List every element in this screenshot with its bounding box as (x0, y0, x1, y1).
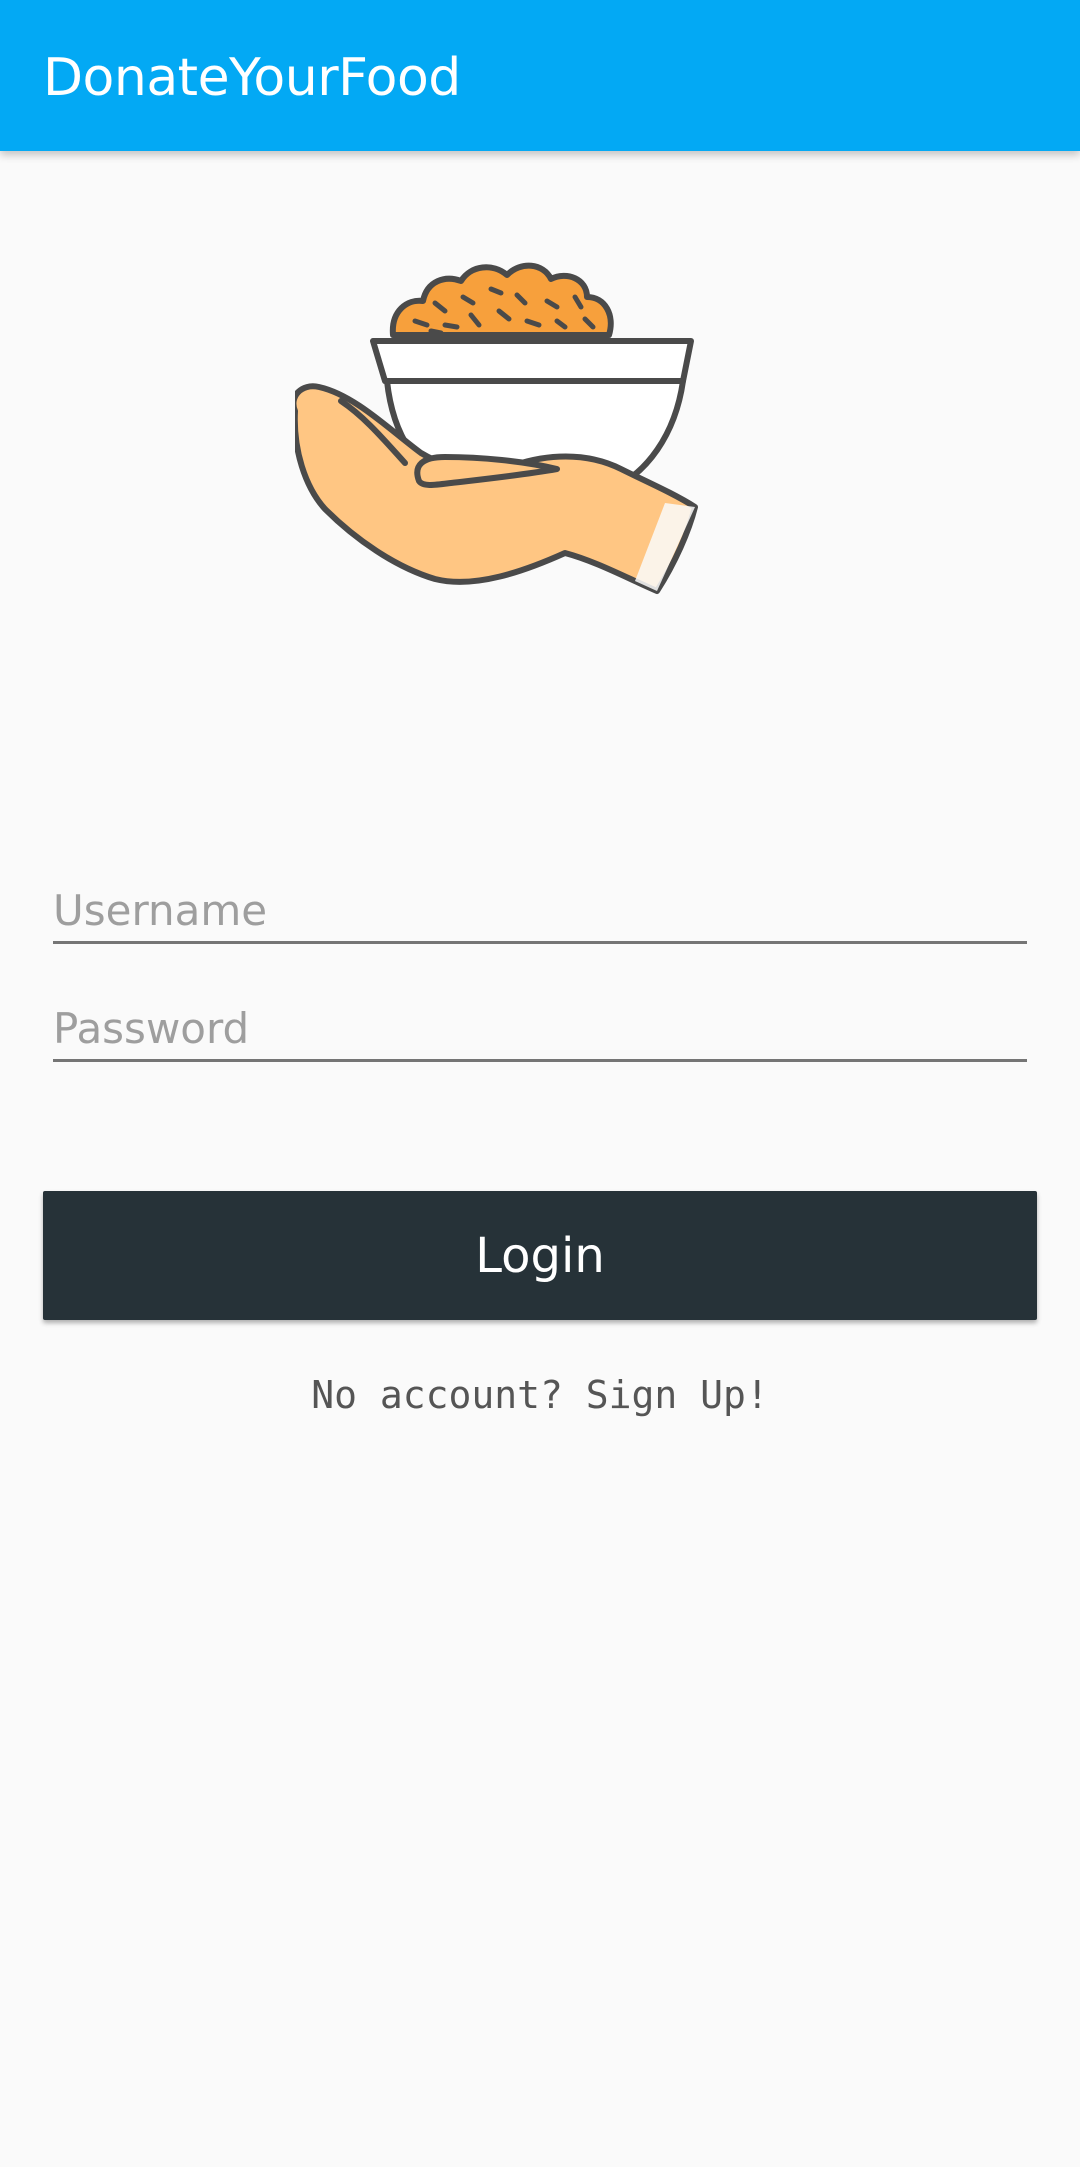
password-input[interactable] (53, 1004, 1027, 1053)
username-field[interactable] (53, 861, 1027, 944)
signup-link[interactable]: No account? Sign Up! (0, 1373, 1080, 1417)
app-bar: DonateYourFood (0, 0, 1080, 151)
hand-holding-food-bowl-icon (295, 262, 698, 594)
login-button[interactable]: Login (43, 1191, 1037, 1320)
username-input[interactable] (53, 886, 1027, 935)
app-title: DonateYourFood (43, 48, 461, 108)
password-field[interactable] (53, 979, 1027, 1062)
login-screen: Login No account? Sign Up! (0, 151, 1080, 2167)
